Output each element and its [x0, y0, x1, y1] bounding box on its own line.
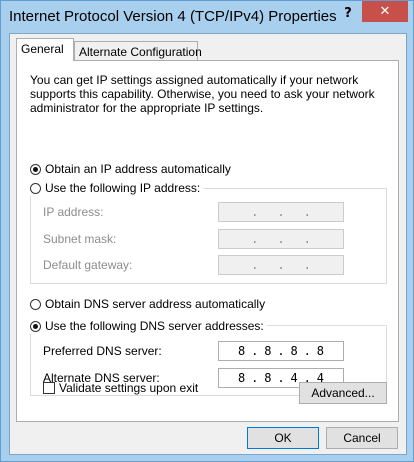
dialog-client-area: General Alternate Configuration You can …	[9, 33, 407, 455]
ok-button[interactable]: OK	[247, 427, 319, 449]
tab-alternate-configuration[interactable]: Alternate Configuration	[74, 41, 202, 61]
help-icon: ?	[344, 6, 352, 21]
octet: 8	[264, 344, 272, 358]
radio-use-following-dns[interactable]: Use the following DNS server addresses:	[30, 318, 267, 334]
checkbox-indicator	[43, 382, 55, 394]
preferred-dns-label: Preferred DNS server:	[43, 344, 162, 358]
ip-address-label: IP address:	[43, 205, 104, 219]
radio-indicator	[30, 298, 41, 310]
radio-label: Use the following IP address:	[45, 181, 201, 195]
octet: 8	[264, 371, 272, 385]
description-text: You can get IP settings assigned automat…	[30, 73, 375, 115]
octet: 8	[237, 371, 246, 385]
tab-general[interactable]: General	[16, 38, 74, 61]
validate-settings-checkbox[interactable]: Validate settings upon exit	[43, 381, 198, 395]
title-bar[interactable]: Internet Protocol Version 4 (TCP/IPv4) P…	[1, 1, 413, 33]
radio-use-following-ip[interactable]: Use the following IP address:	[30, 180, 204, 196]
advanced-button[interactable]: Advanced...	[299, 382, 387, 404]
close-button[interactable]: ✕	[362, 1, 408, 22]
checkbox-label: Validate settings upon exit	[59, 381, 199, 395]
dialog-window: Internet Protocol Version 4 (TCP/IPv4) P…	[0, 0, 414, 462]
cancel-button[interactable]: Cancel	[326, 427, 398, 449]
radio-obtain-ip-auto[interactable]: Obtain an IP address automatically	[30, 161, 234, 177]
preferred-dns-input[interactable]: 8. 8. 8. 8	[218, 341, 344, 361]
close-icon: ✕	[379, 4, 391, 19]
subnet-mask-label: Subnet mask:	[43, 232, 117, 246]
radio-label: Use the following DNS server addresses:	[45, 319, 264, 333]
octet: 8	[237, 344, 246, 358]
subnet-mask-input[interactable]: . . .	[218, 229, 344, 249]
default-gateway-label: Default gateway:	[43, 258, 133, 272]
radio-indicator	[30, 163, 41, 175]
default-gateway-input[interactable]: . . .	[218, 255, 344, 275]
octet: 8	[290, 344, 298, 358]
radio-label: Obtain an IP address automatically	[45, 162, 231, 176]
octet: 8	[316, 344, 325, 358]
dialog-title: Internet Protocol Version 4 (TCP/IPv4) P…	[9, 8, 337, 25]
ip-address-input[interactable]: . . .	[218, 202, 344, 222]
radio-label: Obtain DNS server address automatically	[45, 297, 266, 311]
help-button[interactable]: ?	[337, 3, 359, 25]
radio-obtain-dns-auto[interactable]: Obtain DNS server address automatically	[30, 296, 269, 312]
radio-indicator	[30, 320, 41, 332]
general-tab-panel: You can get IP settings assigned automat…	[16, 60, 399, 422]
radio-indicator	[30, 182, 41, 194]
